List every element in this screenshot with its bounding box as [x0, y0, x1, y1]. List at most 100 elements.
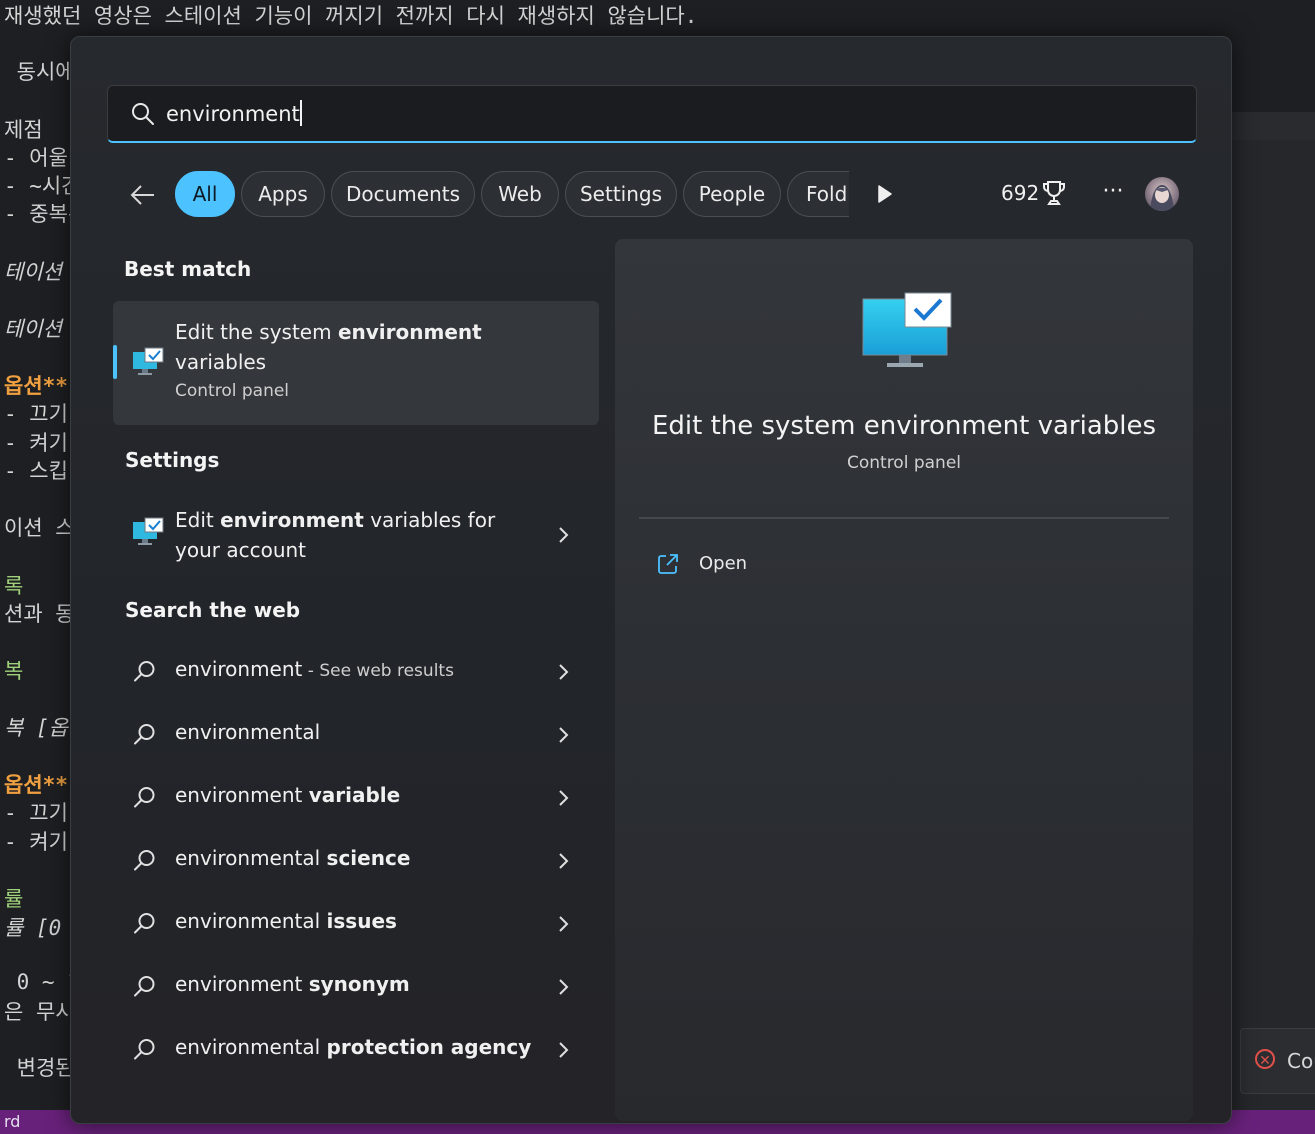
best-match-result[interactable]: Edit the system environment variables Con… — [113, 301, 599, 425]
search-icon — [132, 103, 154, 125]
tab-folders[interactable]: Fold — [787, 171, 849, 217]
user-avatar[interactable] — [1145, 177, 1179, 211]
best-match-heading: Best match — [124, 257, 252, 281]
web-result-query: environment — [175, 783, 309, 807]
best-match-title: Edit the system environment variables — [175, 317, 505, 377]
search-icon — [134, 787, 155, 808]
preview-pane: Edit the system environment variables Co… — [615, 239, 1193, 1121]
chevron-right-icon — [559, 853, 569, 869]
web-result-query: environment — [175, 972, 309, 996]
text-caret — [299, 100, 302, 126]
web-result-query: environment — [175, 657, 303, 681]
web-result-bold: protection agency — [326, 1035, 532, 1059]
web-result-item[interactable]: environmental protection agency — [113, 1021, 599, 1079]
settings-title-bold: environment — [220, 508, 364, 532]
open-button[interactable]: Open — [653, 547, 793, 583]
web-result-text: environment - See web results — [175, 657, 454, 681]
tab-documents[interactable]: Documents — [331, 171, 475, 217]
web-result-bold: variable — [308, 783, 401, 807]
web-result-item[interactable]: environmental — [113, 706, 599, 764]
web-result-bold: science — [326, 846, 411, 870]
search-input[interactable]: environment — [107, 85, 1197, 143]
status-bar-text: rd — [4, 1112, 21, 1131]
tab-apps[interactable]: Apps — [241, 171, 325, 217]
web-result-text: environmental science — [175, 846, 410, 870]
search-query[interactable]: environment — [166, 100, 302, 126]
start-search-panel: environment All Apps Documents Web Setti… — [70, 36, 1232, 1124]
editor-line: 이션 스 — [4, 516, 75, 540]
selection-indicator — [113, 345, 117, 379]
chevron-right-icon — [559, 790, 569, 806]
editor-line: 변경된 — [4, 1056, 75, 1080]
web-result-bold: issues — [326, 909, 397, 933]
best-match-title-bold: environment — [337, 320, 482, 344]
editor-line: 동시에 — [4, 60, 75, 84]
back-arrow-icon[interactable] — [127, 179, 159, 211]
rewards-points[interactable]: 692 — [1001, 181, 1039, 205]
chevron-right-icon — [559, 1042, 569, 1058]
editor-line: - 끄기 — [4, 402, 68, 426]
editor-line: 테이션 — [4, 260, 62, 284]
web-result-text: environmental protection agency — [175, 1035, 531, 1059]
search-web-heading: Search the web — [125, 598, 301, 622]
settings-title-line2: your account — [175, 538, 307, 562]
preview-divider — [639, 517, 1169, 519]
tab-all[interactable]: All — [175, 171, 235, 217]
web-result-query: environmental — [175, 1035, 327, 1059]
error-toast[interactable]: ✕ Cou — [1240, 1028, 1315, 1094]
filter-pill-strip: All Apps Documents Web Settings People F… — [173, 167, 849, 223]
tab-web[interactable]: Web — [481, 171, 559, 217]
scroll-right-icon[interactable] — [873, 183, 895, 205]
web-result-suffix: - See web results — [302, 661, 454, 681]
web-result-query: environmental — [175, 909, 327, 933]
web-result-text: environment variable — [175, 783, 400, 807]
web-result-text: environmental — [175, 720, 320, 744]
editor-line: 제점 — [4, 118, 43, 142]
web-result-item[interactable]: environment - See web results — [113, 643, 599, 701]
search-icon — [134, 976, 155, 997]
settings-title-pre: Edit — [175, 508, 221, 532]
trophy-icon[interactable] — [1041, 179, 1067, 207]
settings-title-post: variables for — [363, 508, 496, 532]
preview-subtitle: Control panel — [846, 453, 962, 473]
search-icon — [134, 724, 155, 745]
editor-line: - 켜기 — [4, 830, 68, 854]
best-match-title-pre: Edit the system — [175, 320, 338, 344]
editor-line: 률 — [4, 887, 24, 911]
chevron-right-icon — [559, 916, 569, 932]
best-match-title-post: variables — [175, 350, 267, 374]
chevron-right-icon — [559, 527, 569, 543]
more-options-icon[interactable]: ··· — [1093, 177, 1133, 209]
open-external-icon — [658, 554, 678, 574]
toast-text: Cou — [1287, 1049, 1315, 1073]
search-query-text: environment — [166, 102, 300, 126]
editor-line: 재생했던 영상은 스테이션 기능이 꺼지기 전까지 다시 재생하지 않습니다. — [4, 4, 698, 28]
editor-line: 은 무시 — [4, 1000, 75, 1024]
search-icon — [134, 1039, 155, 1060]
filter-bar: All Apps Documents Web Settings People F… — [71, 167, 1233, 223]
web-result-item[interactable]: environment synonym — [113, 958, 599, 1016]
editor-line: 복 — [4, 659, 24, 683]
settings-result[interactable]: Edit environment variables for your accou… — [113, 493, 599, 577]
editor-line: 록 — [4, 574, 24, 598]
web-result-item[interactable]: environmental science — [113, 832, 599, 890]
best-match-subtitle: Control panel — [175, 381, 290, 401]
web-result-query: environmental — [175, 720, 321, 744]
web-result-item[interactable]: environment variable — [113, 769, 599, 827]
settings-result-title: Edit environment variables for your accou… — [175, 505, 505, 565]
editor-tab-band — [1232, 112, 1315, 142]
editor-line: - 끄기 — [4, 801, 68, 825]
web-result-bold: synonym — [308, 972, 410, 996]
control-panel-icon — [133, 347, 164, 375]
search-icon — [134, 913, 155, 934]
web-result-item[interactable]: environmental issues — [113, 895, 599, 953]
web-result-text: environmental issues — [175, 909, 397, 933]
search-icon — [134, 661, 155, 682]
tab-people[interactable]: People — [683, 171, 781, 217]
settings-control-panel-icon — [133, 517, 164, 545]
editor-line: - 켜기 — [4, 431, 68, 455]
editor-line: - 스킵 — [4, 459, 68, 483]
tab-settings[interactable]: Settings — [565, 171, 677, 217]
settings-heading: Settings — [125, 448, 220, 472]
editor-line: 옵션** — [4, 773, 68, 797]
